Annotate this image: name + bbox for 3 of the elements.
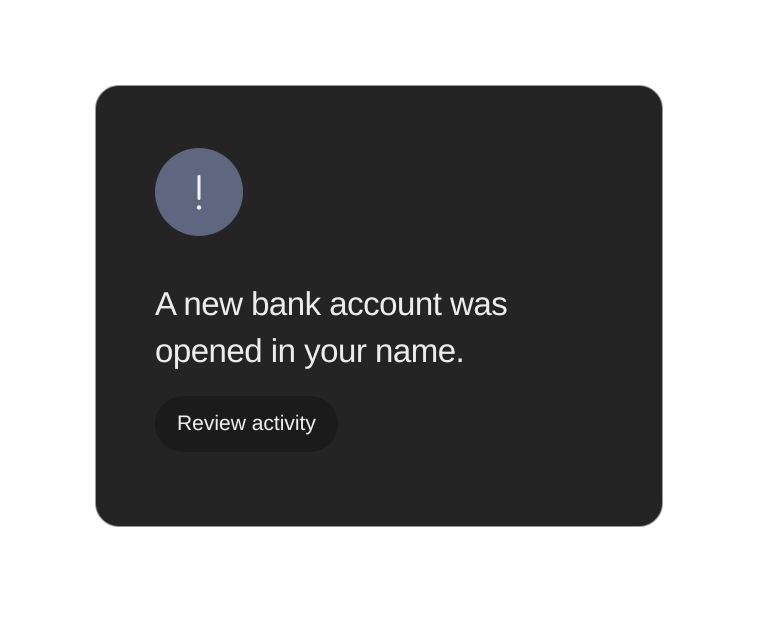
- review-activity-button[interactable]: Review activity: [155, 396, 338, 452]
- exclamation-icon: [155, 148, 243, 236]
- alert-message: A new bank account was opened in your name.: [155, 284, 508, 371]
